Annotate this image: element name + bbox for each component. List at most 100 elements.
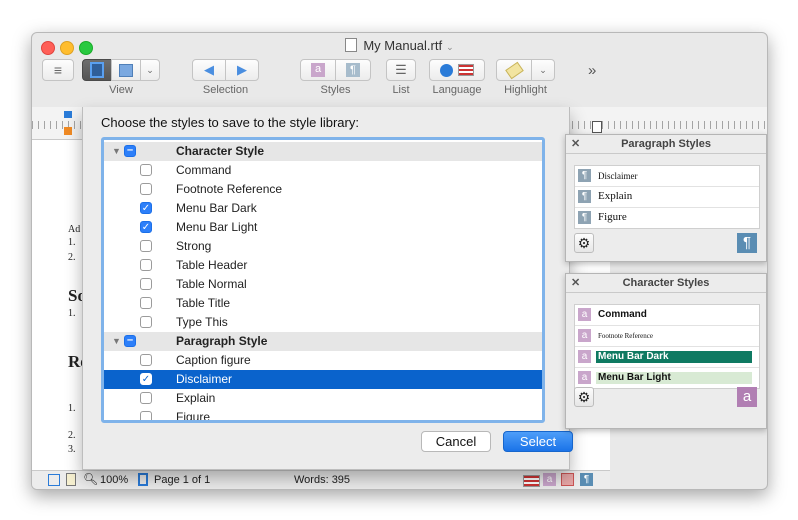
list-item[interactable]: a Command: [575, 305, 759, 326]
checkbox-checked[interactable]: ✓: [140, 221, 152, 233]
selection-back-button[interactable]: ◀: [192, 59, 226, 81]
doc-fragment: 2.: [68, 252, 76, 263]
list-item[interactable]: ¶ Disclaimer: [575, 166, 759, 187]
disclosure-triangle-icon[interactable]: ▼: [112, 142, 121, 161]
page-view-icon: [90, 62, 104, 78]
checkbox[interactable]: [140, 411, 152, 420]
zoom-icon[interactable]: 🔍︎: [83, 472, 98, 486]
list-item[interactable]: Table Normal: [104, 275, 542, 294]
list-item[interactable]: Figure: [104, 408, 542, 420]
list-item[interactable]: ¶ Figure: [575, 208, 759, 228]
character-style-icon[interactable]: a: [737, 387, 757, 407]
highlight-button[interactable]: [496, 59, 532, 81]
left-indent-marker[interactable]: [64, 127, 72, 135]
view-label: View: [109, 84, 133, 96]
style-label: Command: [598, 309, 647, 320]
document-icon: [345, 38, 358, 52]
us-flag-icon: [458, 64, 474, 76]
checkbox[interactable]: [140, 183, 152, 195]
list-item[interactable]: Command: [104, 161, 542, 180]
sidebar-toggle-button[interactable]: ≡: [42, 59, 74, 81]
style-label: Menu Bar Light: [596, 372, 752, 384]
list-item[interactable]: Footnote Reference: [104, 180, 542, 199]
group-checkbox-mixed[interactable]: –: [124, 145, 136, 157]
close-icon[interactable]: ✕: [571, 135, 580, 153]
doc-fragment: 3.: [68, 444, 76, 455]
style-label: Menu Bar Light: [176, 220, 258, 234]
gear-icon[interactable]: ⚙: [574, 233, 594, 253]
list-item[interactable]: ✓ Menu Bar Light: [104, 218, 542, 237]
us-flag-icon[interactable]: [523, 475, 540, 487]
paragraph-styles-panel: ✕ Paragraph Styles ¶ Disclaimer ¶ Explain …: [565, 134, 767, 262]
chevron-down-icon: ⌄: [539, 64, 547, 75]
paragraph-styles-button[interactable]: ¶: [335, 59, 371, 81]
checkbox[interactable]: [140, 316, 152, 328]
list-item[interactable]: Caption figure: [104, 351, 542, 370]
character-style-icon: a: [578, 308, 591, 321]
window-title: My Manual.rtf ⌄: [32, 38, 767, 53]
character-styles-button[interactable]: a: [300, 59, 336, 81]
checkbox[interactable]: [140, 164, 152, 176]
group-row-paragraph-style[interactable]: ▼ – Paragraph Style: [104, 332, 542, 351]
status-bar: 🔍︎ 100% Page 1 of 1 Words: 395 a ¶: [32, 470, 610, 489]
view-page-button[interactable]: [82, 59, 112, 81]
close-icon[interactable]: ✕: [571, 274, 580, 292]
pilcrow-icon[interactable]: ¶: [737, 233, 757, 253]
page-setup-icon[interactable]: [66, 473, 76, 486]
checkbox-checked[interactable]: ✓: [140, 373, 152, 385]
selection-forward-button[interactable]: ▶: [225, 59, 259, 81]
right-indent-marker[interactable]: [592, 121, 602, 133]
list-item[interactable]: Table Title: [104, 294, 542, 313]
list-item[interactable]: Table Header: [104, 256, 542, 275]
select-button[interactable]: Select: [503, 431, 573, 452]
list-button[interactable]: ☰: [386, 59, 416, 81]
disclosure-triangle-icon[interactable]: ▼: [112, 332, 121, 351]
list-item-selected[interactable]: ✓ Disclaimer: [104, 370, 542, 389]
list-item[interactable]: Strong: [104, 237, 542, 256]
pilcrow-icon[interactable]: ¶: [580, 473, 593, 486]
group-row-character-style[interactable]: ▼ – Character Style: [104, 142, 542, 161]
checkbox[interactable]: [140, 240, 152, 252]
toolbar-overflow-button[interactable]: »: [588, 62, 596, 79]
style-label: Explain: [176, 391, 216, 405]
view-layout-button[interactable]: [111, 59, 141, 81]
highlight-menu-button[interactable]: ⌄: [531, 59, 555, 81]
pilcrow-icon: ¶: [346, 63, 360, 77]
styles-list[interactable]: ▼ – Character Style Command Footnote Ref…: [101, 137, 545, 423]
zoom-level[interactable]: 100%: [100, 474, 128, 486]
checkbox[interactable]: [140, 278, 152, 290]
character-style-icon: a: [578, 329, 591, 342]
group-label: Paragraph Style: [176, 334, 268, 348]
view-menu-button[interactable]: ⌄: [140, 59, 160, 81]
checkbox[interactable]: [140, 392, 152, 404]
language-button[interactable]: [429, 59, 485, 81]
list-item[interactable]: Explain: [104, 389, 542, 408]
list-item[interactable]: ✓ Menu Bar Dark: [104, 199, 542, 218]
list-item[interactable]: a Footnote Reference: [575, 326, 759, 347]
styles-label: Styles: [320, 84, 351, 96]
gear-icon[interactable]: ⚙: [574, 387, 594, 407]
style-label: Figure: [598, 211, 627, 223]
list-item[interactable]: Type This: [104, 313, 542, 332]
cancel-button[interactable]: Cancel: [421, 431, 491, 452]
character-style-list[interactable]: a Command a Footnote Reference a Menu Bar D…: [574, 304, 760, 389]
checkbox[interactable]: [140, 354, 152, 366]
panel-title: Paragraph Styles: [621, 138, 711, 150]
style-label: Menu Bar Dark: [596, 351, 752, 363]
chevron-down-icon[interactable]: ⌄: [446, 42, 454, 52]
list-item[interactable]: a Menu Bar Dark: [575, 347, 759, 368]
paragraph-style-list[interactable]: ¶ Disclaimer ¶ Explain ¶ Figure: [574, 165, 760, 229]
list-item[interactable]: a Menu Bar Light: [575, 368, 759, 388]
chevron-down-icon: ⌄: [146, 64, 154, 75]
group-checkbox-mixed[interactable]: –: [124, 335, 136, 347]
checkbox-checked[interactable]: ✓: [140, 202, 152, 214]
checkbox[interactable]: [140, 259, 152, 271]
language-label: Language: [432, 84, 482, 96]
character-style-icon[interactable]: a: [543, 473, 556, 486]
list-item[interactable]: ¶ Explain: [575, 187, 759, 208]
checkbox[interactable]: [140, 297, 152, 309]
first-indent-marker[interactable]: [64, 111, 72, 118]
page-indicator[interactable]: Page 1 of 1: [154, 474, 210, 486]
split-view-icon[interactable]: [48, 474, 60, 486]
highlight-icon[interactable]: [561, 473, 574, 486]
